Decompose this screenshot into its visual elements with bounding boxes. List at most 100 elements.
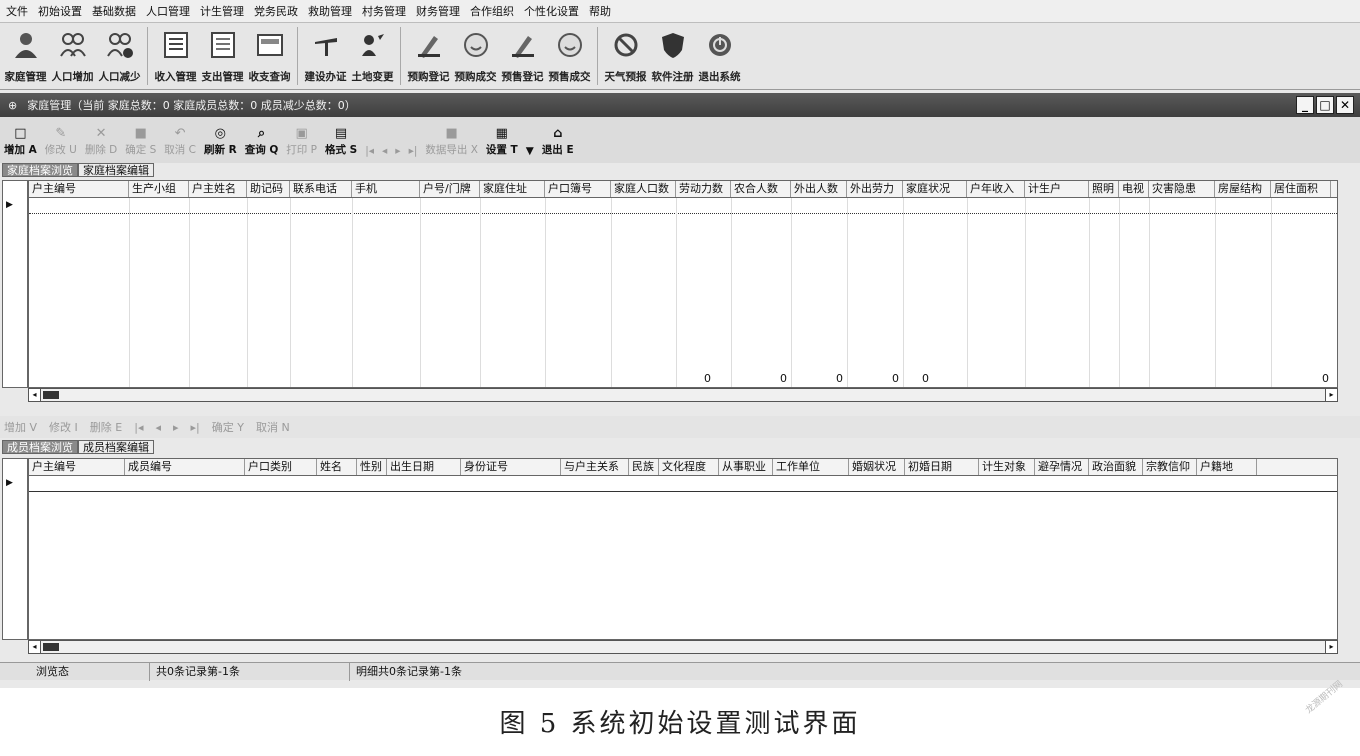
col-hukou-type[interactable]: 户口类别: [245, 459, 317, 475]
col-contraception[interactable]: 避孕情况: [1035, 459, 1089, 475]
format-button[interactable]: ▤ 格式 S: [325, 125, 357, 157]
col-house-structure[interactable]: 房屋结构: [1215, 181, 1271, 197]
col-birth-date[interactable]: 出生日期: [387, 459, 461, 475]
member-first-button[interactable]: |◂: [134, 421, 143, 434]
col-household-id[interactable]: 户主编号: [29, 181, 129, 197]
menu-file[interactable]: 文件: [6, 3, 28, 19]
minimize-button[interactable]: _: [1296, 96, 1314, 114]
confirm-button[interactable]: ■ 确定 S: [125, 125, 156, 157]
member-grid[interactable]: 户主编号 成员编号 户口类别 姓名 性别 出生日期 身份证号 与户主关系 民族 …: [28, 458, 1338, 640]
scroll-left-icon[interactable]: ◂: [29, 641, 41, 653]
prepurchase-register-button[interactable]: 预购登记: [405, 27, 452, 84]
menu-initial-settings[interactable]: 初始设置: [38, 3, 82, 19]
family-empty-row[interactable]: [29, 199, 1337, 214]
member-edit-button[interactable]: 修改 I: [49, 419, 78, 435]
col-lighting[interactable]: 照明: [1089, 181, 1119, 197]
member-prev-button[interactable]: ◂: [155, 421, 161, 434]
delete-button[interactable]: ✕ 删除 D: [85, 125, 117, 157]
menu-relief[interactable]: 救助管理: [308, 3, 352, 19]
col-phone[interactable]: 联系电话: [290, 181, 352, 197]
member-horizontal-scrollbar[interactable]: ◂ ▸: [28, 640, 1338, 654]
col-family-status[interactable]: 家庭状况: [903, 181, 967, 197]
software-register-button[interactable]: 软件注册: [649, 27, 696, 84]
col-member-id[interactable]: 成员编号: [125, 459, 245, 475]
income-management-button[interactable]: 收入管理: [152, 27, 199, 84]
scroll-thumb[interactable]: [43, 391, 59, 399]
col-disaster-risk[interactable]: 灾害隐患: [1149, 181, 1215, 197]
col-living-area[interactable]: 居住面积: [1271, 181, 1331, 197]
col-hukou-place[interactable]: 户籍地: [1197, 459, 1257, 475]
member-last-button[interactable]: ▸|: [191, 421, 200, 434]
menu-help[interactable]: 帮助: [589, 3, 611, 19]
prev-record-button[interactable]: ◂: [382, 145, 387, 157]
col-religion[interactable]: 宗教信仰: [1143, 459, 1197, 475]
tab-family-edit[interactable]: 家庭档案编辑: [78, 163, 154, 177]
refresh-button[interactable]: ◎ 刷新 R: [204, 125, 237, 157]
col-name[interactable]: 姓名: [317, 459, 357, 475]
exit-system-button[interactable]: 退出系统: [696, 27, 743, 84]
menu-family-planning[interactable]: 计生管理: [200, 3, 244, 19]
next-record-button[interactable]: ▸: [395, 145, 400, 157]
col-planned-household[interactable]: 计生户: [1025, 181, 1089, 197]
last-record-button[interactable]: ▸|: [409, 145, 418, 157]
col-outgoing-labor[interactable]: 外出劳力: [847, 181, 903, 197]
close-button[interactable]: ✕: [1336, 96, 1354, 114]
family-horizontal-scrollbar[interactable]: ◂ ▸: [28, 388, 1338, 402]
presale-register-button[interactable]: 预售登记: [499, 27, 546, 84]
member-empty-row[interactable]: [29, 477, 1337, 492]
maximize-button[interactable]: □: [1316, 96, 1334, 114]
col-outgoing-count[interactable]: 外出人数: [791, 181, 847, 197]
exit-button[interactable]: ⌂ 退出 E: [542, 125, 574, 157]
first-record-button[interactable]: |◂: [365, 145, 374, 157]
land-change-button[interactable]: 土地变更: [349, 27, 396, 84]
menu-cooperative[interactable]: 合作组织: [470, 3, 514, 19]
col-householder-name[interactable]: 户主姓名: [189, 181, 247, 197]
col-labor-count[interactable]: 劳动力数: [676, 181, 731, 197]
menu-basic-data[interactable]: 基础数据: [92, 3, 136, 19]
scroll-left-icon[interactable]: ◂: [29, 389, 41, 401]
col-address[interactable]: 家庭住址: [480, 181, 545, 197]
tab-family-browse[interactable]: 家庭档案浏览: [2, 163, 78, 177]
income-expense-query-button[interactable]: 收支查询: [246, 27, 293, 84]
col-education[interactable]: 文化程度: [659, 459, 719, 475]
col-m-household-id[interactable]: 户主编号: [29, 459, 125, 475]
col-mnemonic[interactable]: 助记码: [247, 181, 290, 197]
menu-finance[interactable]: 财务管理: [416, 3, 460, 19]
member-cancel-button[interactable]: 取消 N: [256, 419, 290, 435]
menu-village-affairs[interactable]: 村务管理: [362, 3, 406, 19]
people-add-button[interactable]: 人口增加: [49, 27, 96, 84]
presale-deal-button[interactable]: 预售成交: [546, 27, 593, 84]
col-register-number[interactable]: 户口簿号: [545, 181, 611, 197]
menu-party-civil[interactable]: 党务民政: [254, 3, 298, 19]
member-add-button[interactable]: 增加 V: [4, 419, 37, 435]
col-house-number[interactable]: 户号/门牌: [420, 181, 480, 197]
col-political-status[interactable]: 政治面貌: [1089, 459, 1143, 475]
prepurchase-deal-button[interactable]: 预购成交: [452, 27, 499, 84]
print-button[interactable]: ▣ 打印 P: [286, 125, 317, 157]
tab-member-browse[interactable]: 成员档案浏览: [2, 440, 78, 454]
family-grid[interactable]: 户主编号 生产小组 户主姓名 助记码 联系电话 手机 户号/门牌 家庭住址 户口…: [28, 180, 1338, 388]
col-mobile[interactable]: 手机: [352, 181, 420, 197]
col-ethnicity[interactable]: 民族: [629, 459, 659, 475]
col-id-number[interactable]: 身份证号: [461, 459, 561, 475]
col-relation[interactable]: 与户主关系: [561, 459, 629, 475]
scroll-right-icon[interactable]: ▸: [1325, 389, 1337, 401]
build-permit-button[interactable]: 建设办证: [302, 27, 349, 84]
add-button[interactable]: □ 增加 A: [4, 125, 37, 157]
weather-forecast-button[interactable]: 天气预报: [602, 27, 649, 84]
col-employer[interactable]: 工作单位: [773, 459, 849, 475]
people-remove-button[interactable]: 人口减少: [96, 27, 143, 84]
col-marital-status[interactable]: 婚姻状况: [849, 459, 905, 475]
cancel-button[interactable]: ↶ 取消 C: [164, 125, 196, 157]
member-delete-button[interactable]: 删除 E: [90, 419, 122, 435]
col-annual-income[interactable]: 户年收入: [967, 181, 1025, 197]
col-gender[interactable]: 性别: [357, 459, 387, 475]
tab-member-edit[interactable]: 成员档案编辑: [78, 440, 154, 454]
col-coop-medical-count[interactable]: 农合人数: [731, 181, 791, 197]
scroll-right-icon[interactable]: ▸: [1325, 641, 1337, 653]
edit-button[interactable]: ✎ 修改 U: [45, 125, 77, 157]
scroll-thumb[interactable]: [43, 643, 59, 651]
menu-personalize[interactable]: 个性化设置: [524, 3, 579, 19]
col-first-marriage-date[interactable]: 初婚日期: [905, 459, 979, 475]
col-planning-target[interactable]: 计生对象: [979, 459, 1035, 475]
